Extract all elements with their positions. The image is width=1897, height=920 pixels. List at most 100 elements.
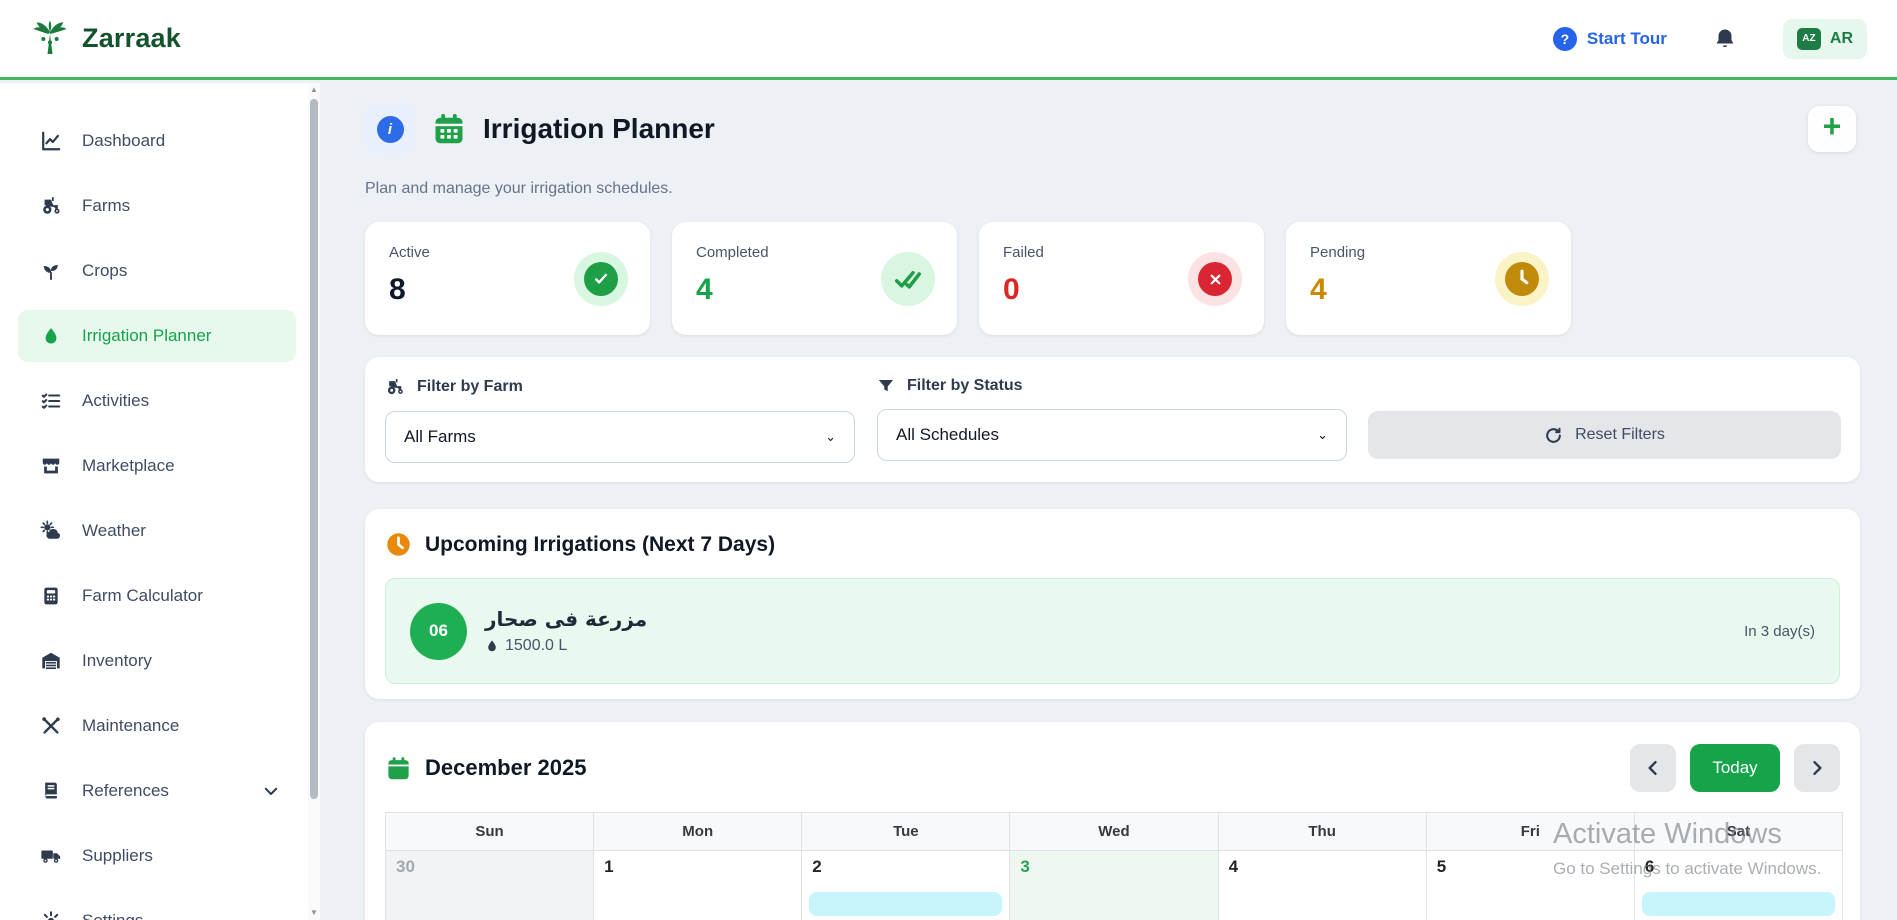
check-circle-icon (574, 252, 628, 306)
sidebar-item-label: References (82, 781, 169, 801)
chevron-right-icon (1807, 758, 1827, 778)
scroll-down-icon[interactable]: ▼ (308, 906, 320, 920)
clock-icon (1495, 252, 1549, 306)
calendar-grid: Sun Mon Tue Wed Thu Fri Sat 30 1 2 3 4 5… (385, 812, 1843, 920)
droplet-icon (485, 638, 499, 654)
status-filter-value: All Schedules (896, 425, 999, 445)
brand[interactable]: Zarraak (30, 18, 181, 60)
language-badge-label: AR (1830, 30, 1853, 48)
today-button[interactable]: Today (1690, 744, 1780, 792)
start-tour-button[interactable]: ? Start Tour (1553, 27, 1667, 51)
sidebar-item-label: Settings (82, 911, 143, 920)
sidebar-item-farm-calculator[interactable]: Farm Calculator (18, 570, 296, 622)
chevron-down-icon: ⌄ (825, 429, 836, 445)
day-badge: 06 (410, 603, 467, 660)
calendar-day-cell[interactable]: 4 (1218, 851, 1426, 920)
farm-filter-select[interactable]: All Farms ⌄ (385, 411, 855, 463)
bell-icon[interactable] (1713, 27, 1737, 51)
weekday-header: Fri (1426, 813, 1634, 851)
day-number: 30 (396, 857, 415, 876)
sidebar-item-dashboard[interactable]: Dashboard (18, 115, 296, 167)
gear-icon (40, 910, 62, 920)
sidebar-item-settings[interactable]: Settings (18, 895, 296, 920)
reset-filters-button[interactable]: Reset Filters (1368, 411, 1841, 459)
sidebar-scrollbar[interactable]: ▲ ▼ (308, 83, 320, 920)
sidebar-item-references[interactable]: References (18, 765, 296, 817)
sidebar-item-label: Suppliers (82, 846, 153, 866)
calendar-day-cell[interactable]: 5 (1426, 851, 1634, 920)
calendar-day-cell[interactable]: 30 (386, 851, 594, 920)
status-filter-label: Filter by Status (907, 377, 1023, 395)
droplet-icon (40, 325, 62, 347)
day-number: 6 (1645, 857, 1654, 876)
calendar-day-cell[interactable]: 1 (594, 851, 802, 920)
clock-icon (385, 531, 412, 558)
truck-icon (40, 845, 62, 867)
language-switcher[interactable]: AZ AR (1783, 19, 1867, 59)
status-filter-label-row: Filter by Status (877, 377, 1347, 395)
sidebar-item-marketplace[interactable]: Marketplace (18, 440, 296, 492)
chevron-left-icon (1643, 758, 1663, 778)
farm-filter-label-row: Filter by Farm (385, 377, 855, 397)
sidebar-item-crops[interactable]: Crops (18, 245, 296, 297)
calendar-panel: December 2025 Today Sun Mon Tue Wed Thu … (365, 722, 1860, 920)
page-title: Irrigation Planner (483, 113, 715, 145)
sidebar-item-activities[interactable]: Activities (18, 375, 296, 427)
tractor-icon (385, 377, 405, 397)
calendar-day-cell[interactable]: 6 (1634, 851, 1842, 920)
sidebar-item-inventory[interactable]: Inventory (18, 635, 296, 687)
sidebar-item-label: Maintenance (82, 716, 179, 736)
weekday-header: Wed (1010, 813, 1218, 851)
double-check-icon (881, 252, 935, 306)
farm-filter-value: All Farms (404, 427, 476, 447)
tools-icon (40, 715, 62, 737)
upcoming-irrigations-panel: Upcoming Irrigations (Next 7 Days) 06 مز… (365, 509, 1860, 699)
sidebar-item-irrigation-planner[interactable]: Irrigation Planner (18, 310, 296, 362)
page-subtitle: Plan and manage your irrigation schedule… (365, 180, 673, 198)
add-schedule-button[interactable]: + (1808, 106, 1856, 152)
calendar-day-cell[interactable]: 2 (802, 851, 1010, 920)
x-circle-icon (1188, 252, 1242, 306)
chevron-down-icon: ⌄ (1317, 427, 1328, 443)
sidebar-item-label: Crops (82, 261, 127, 281)
calendar-icon (431, 111, 467, 147)
translate-icon: AZ (1797, 28, 1821, 50)
line-chart-icon (40, 130, 62, 152)
sidebar-item-suppliers[interactable]: Suppliers (18, 830, 296, 882)
sidebar-item-label: Weather (82, 521, 146, 541)
store-icon (40, 455, 62, 477)
irrigation-event-pill[interactable] (809, 892, 1002, 916)
irrigation-event-pill[interactable] (1642, 892, 1835, 916)
filter-panel: Filter by Farm All Farms ⌄ Filter by Sta… (365, 357, 1860, 482)
sidebar-item-label: Marketplace (82, 456, 175, 476)
stat-card-completed: Completed 4 (672, 222, 957, 335)
day-number: 2 (812, 857, 821, 876)
info-button[interactable]: i (365, 104, 415, 154)
scroll-up-icon[interactable]: ▲ (308, 83, 320, 97)
checklist-icon (40, 390, 62, 412)
stats-row: Active 8 Completed 4 Failed 0 Pending 4 (365, 222, 1571, 335)
info-icon: i (377, 116, 404, 143)
next-month-button[interactable] (1794, 744, 1840, 792)
day-number: 1 (604, 857, 613, 876)
sprout-icon (40, 260, 62, 282)
sidebar-item-maintenance[interactable]: Maintenance (18, 700, 296, 752)
day-number: 5 (1437, 857, 1446, 876)
upcoming-title: Upcoming Irrigations (Next 7 Days) (425, 533, 775, 557)
tractor-icon (40, 195, 62, 217)
brand-name: Zarraak (82, 23, 181, 54)
sidebar-item-weather[interactable]: Weather (18, 505, 296, 557)
weekday-header: Tue (802, 813, 1010, 851)
calendar-day-cell-today[interactable]: 3 (1010, 851, 1218, 920)
sidebar-item-farms[interactable]: Farms (18, 180, 296, 232)
calendar-month-title: December 2025 (425, 755, 586, 781)
day-number: 4 (1229, 857, 1238, 876)
palm-tree-icon (30, 18, 70, 60)
scrollbar-thumb[interactable] (310, 99, 318, 799)
app-header: Zarraak ? Start Tour AZ AR (0, 0, 1897, 80)
weekday-header: Thu (1218, 813, 1426, 851)
due-label: In 3 day(s) (1744, 623, 1815, 640)
status-filter-select[interactable]: All Schedules ⌄ (877, 409, 1347, 461)
upcoming-irrigation-item[interactable]: 06 مزرعة فى صحار 1500.0 L In 3 day(s) (385, 578, 1840, 684)
prev-month-button[interactable] (1630, 744, 1676, 792)
